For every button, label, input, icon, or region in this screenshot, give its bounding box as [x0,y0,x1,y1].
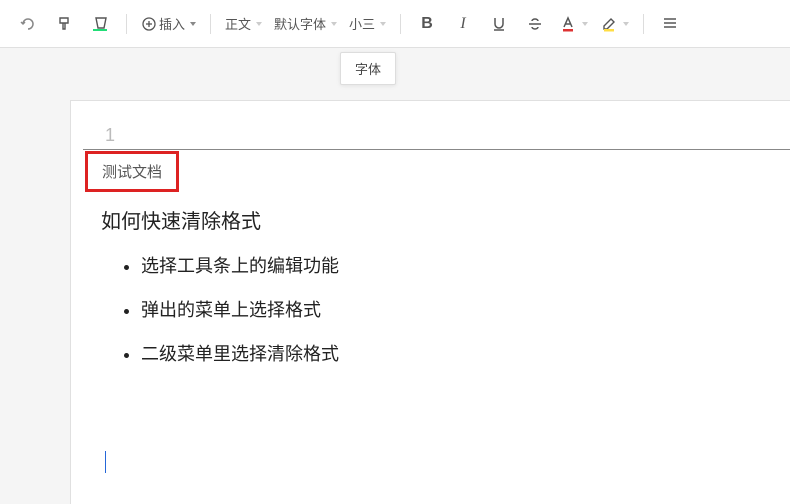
bold-button[interactable]: B [409,8,445,40]
strikethrough-button[interactable] [517,8,553,40]
italic-glyph: I [460,15,465,33]
insert-dropdown[interactable]: 插入 [135,8,202,40]
font-label: 默认字体 [274,14,326,33]
font-size-dropdown[interactable]: 小三 [343,8,392,40]
highlighter-icon [600,15,618,33]
underline-button[interactable] [481,8,517,40]
list-item: 选择工具条上的编辑功能 [141,252,750,278]
chevron-down-icon [331,22,337,26]
toolbar-separator [643,14,644,34]
style-label: 正文 [225,14,251,33]
font-color-icon [559,15,577,33]
font-color-button[interactable] [553,8,594,40]
document-title-highlight: 测试文档 [85,151,179,192]
toolbar-separator [126,14,127,34]
page-divider [83,149,790,150]
redo-button[interactable] [10,8,46,40]
insert-label: 插入 [159,14,185,33]
font-family-dropdown[interactable]: 默认字体 [268,8,343,40]
chevron-down-icon [256,22,262,26]
bold-glyph: B [421,15,433,33]
toolbar: 插入 正文 默认字体 小三 B I [0,0,790,48]
list-item: 二级菜单里选择清除格式 [141,340,750,366]
chevron-down-icon [190,22,196,26]
chevron-down-icon [623,22,629,26]
plus-circle-icon [141,16,157,32]
chevron-down-icon [582,22,588,26]
highlight-color-button[interactable] [594,8,635,40]
tooltip: 字体 [340,52,396,85]
document-heading: 如何快速清除格式 [101,205,750,234]
page-number: 1 [105,125,115,146]
size-label: 小三 [349,14,375,33]
clear-format-button[interactable] [82,8,118,40]
tooltip-text: 字体 [355,62,381,77]
align-button[interactable] [652,8,688,40]
toolbar-separator [400,14,401,34]
toolbar-separator [210,14,211,34]
text-cursor [105,451,106,473]
list-item: 弹出的菜单上选择格式 [141,296,750,322]
format-painter-button[interactable] [46,8,82,40]
bullet-list: 选择工具条上的编辑功能 弹出的菜单上选择格式 二级菜单里选择清除格式 [101,252,750,366]
document-body[interactable]: 如何快速清除格式 选择工具条上的编辑功能 弹出的菜单上选择格式 二级菜单里选择清… [101,205,750,384]
italic-button[interactable]: I [445,8,481,40]
chevron-down-icon [380,22,386,26]
paragraph-style-dropdown[interactable]: 正文 [219,8,268,40]
document-page[interactable]: 1 测试文档 如何快速清除格式 选择工具条上的编辑功能 弹出的菜单上选择格式 二… [70,100,790,504]
document-title: 测试文档 [102,164,162,181]
